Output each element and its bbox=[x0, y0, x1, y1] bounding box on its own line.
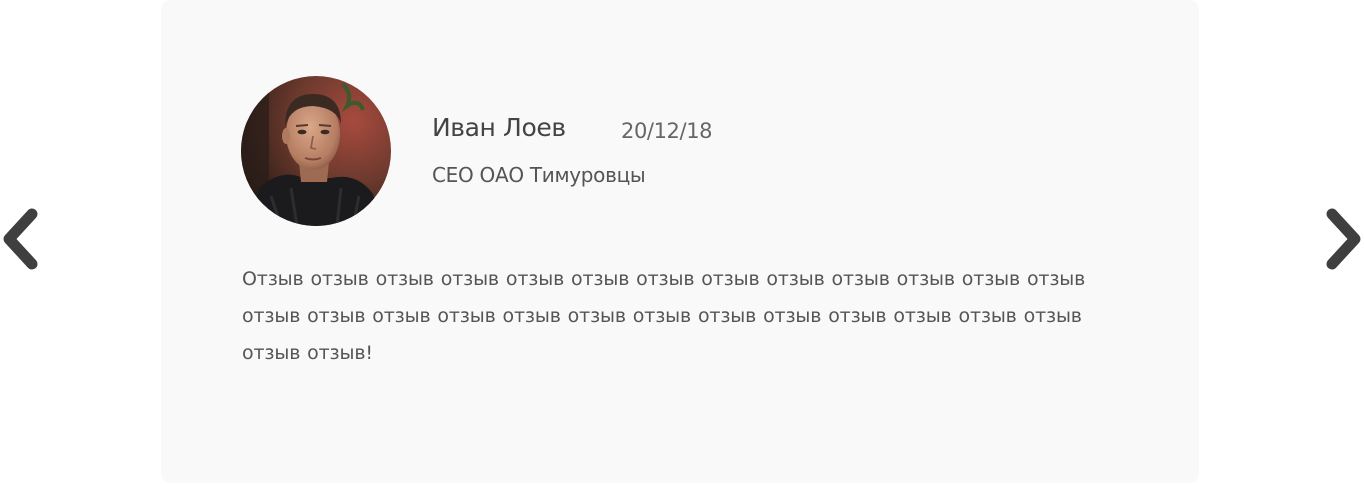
review-card: Иван Лоев 20/12/18 CEO ОАО Тимуровцы Отз… bbox=[161, 0, 1199, 483]
next-review-button[interactable] bbox=[1320, 206, 1364, 272]
chevron-right-icon bbox=[1326, 208, 1361, 270]
author-position: CEO ОАО Тимуровцы bbox=[432, 163, 646, 187]
author-name: Иван Лоев bbox=[432, 113, 566, 142]
review-date: 20/12/18 bbox=[621, 119, 713, 143]
chevron-left-icon bbox=[3, 208, 38, 270]
prev-review-button[interactable] bbox=[0, 206, 44, 272]
author-avatar bbox=[241, 76, 391, 226]
review-text: Отзыв отзыв отзыв отзыв отзыв отзыв отзы… bbox=[242, 268, 1086, 364]
reviews-slider: Иван Лоев 20/12/18 CEO ОАО Тимуровцы Отз… bbox=[0, 0, 1364, 484]
